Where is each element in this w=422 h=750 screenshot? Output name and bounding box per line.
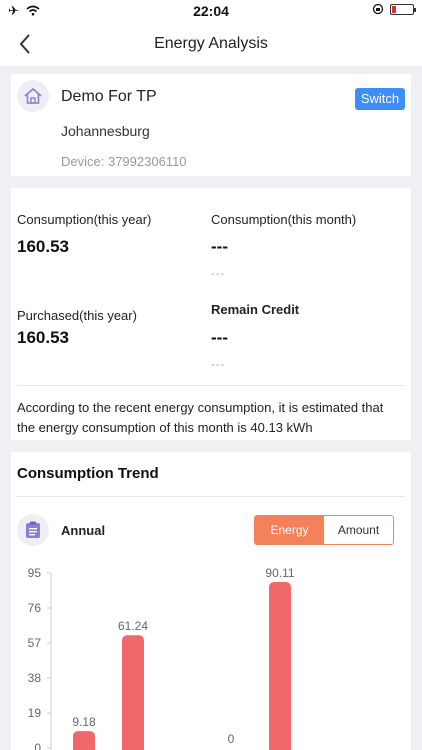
consumption-month-value: --- xyxy=(211,237,228,256)
y-tick-label: 76 xyxy=(28,601,42,615)
trend-card: Consumption Trend Annual Energy Amount 0… xyxy=(11,452,411,750)
y-tick-label: 0 xyxy=(34,741,41,750)
stats-divider xyxy=(17,385,405,386)
status-bar: ✈ 22:04 xyxy=(0,0,422,22)
status-time: 22:04 xyxy=(193,3,229,19)
stats-card: Consumption(this year) 160.53 Consumptio… xyxy=(11,188,411,440)
device-id: Device: 37992306110 xyxy=(61,154,187,169)
remain-credit-label: Remain Credit xyxy=(211,302,300,317)
device-card: Demo For TP Johannesburg Device: 3799230… xyxy=(11,74,411,176)
nav-bar: Energy Analysis xyxy=(0,22,422,66)
bar-value-label: 90.11 xyxy=(265,566,294,580)
purchased-year-label: Purchased(this year) xyxy=(17,308,137,323)
bar-value-label: 61.24 xyxy=(118,619,148,633)
purchased-year-value: 160.53 xyxy=(17,328,69,347)
switch-button[interactable]: Switch xyxy=(355,88,405,110)
device-name: Demo For TP xyxy=(61,88,157,105)
device-city: Johannesburg xyxy=(61,123,150,139)
y-tick-label: 38 xyxy=(28,671,42,685)
status-right-icons xyxy=(372,3,416,15)
home-icon xyxy=(24,87,42,104)
consumption-month-sub: --- xyxy=(211,268,225,280)
y-tick-label: 95 xyxy=(28,566,42,580)
remain-credit-value: --- xyxy=(211,328,228,347)
consumption-chart: 0 19 38 57 76 95 9.18 61.24 0 90.11 xyxy=(28,566,295,750)
bar-value-label: 0 xyxy=(228,732,235,746)
bar-value-label: 9.18 xyxy=(72,715,96,729)
rotation-lock-icon xyxy=(372,3,384,15)
consumption-year-value: 160.53 xyxy=(17,237,69,256)
y-tick-label: 19 xyxy=(28,706,42,720)
chart-bar[interactable] xyxy=(73,731,95,750)
chart-bar[interactable] xyxy=(122,635,144,750)
remain-credit-sub: --- xyxy=(211,359,225,371)
chart-bar[interactable] xyxy=(269,582,291,750)
y-tick-label: 57 xyxy=(28,636,42,650)
battery-icon xyxy=(390,3,416,15)
estimate-text: According to the recent energy consumpti… xyxy=(17,400,384,435)
consumption-month-label: Consumption(this month) xyxy=(211,212,357,227)
consumption-year-label: Consumption(this year) xyxy=(17,212,152,227)
home-icon-badge xyxy=(17,80,49,112)
page-title: Energy Analysis xyxy=(154,35,268,52)
